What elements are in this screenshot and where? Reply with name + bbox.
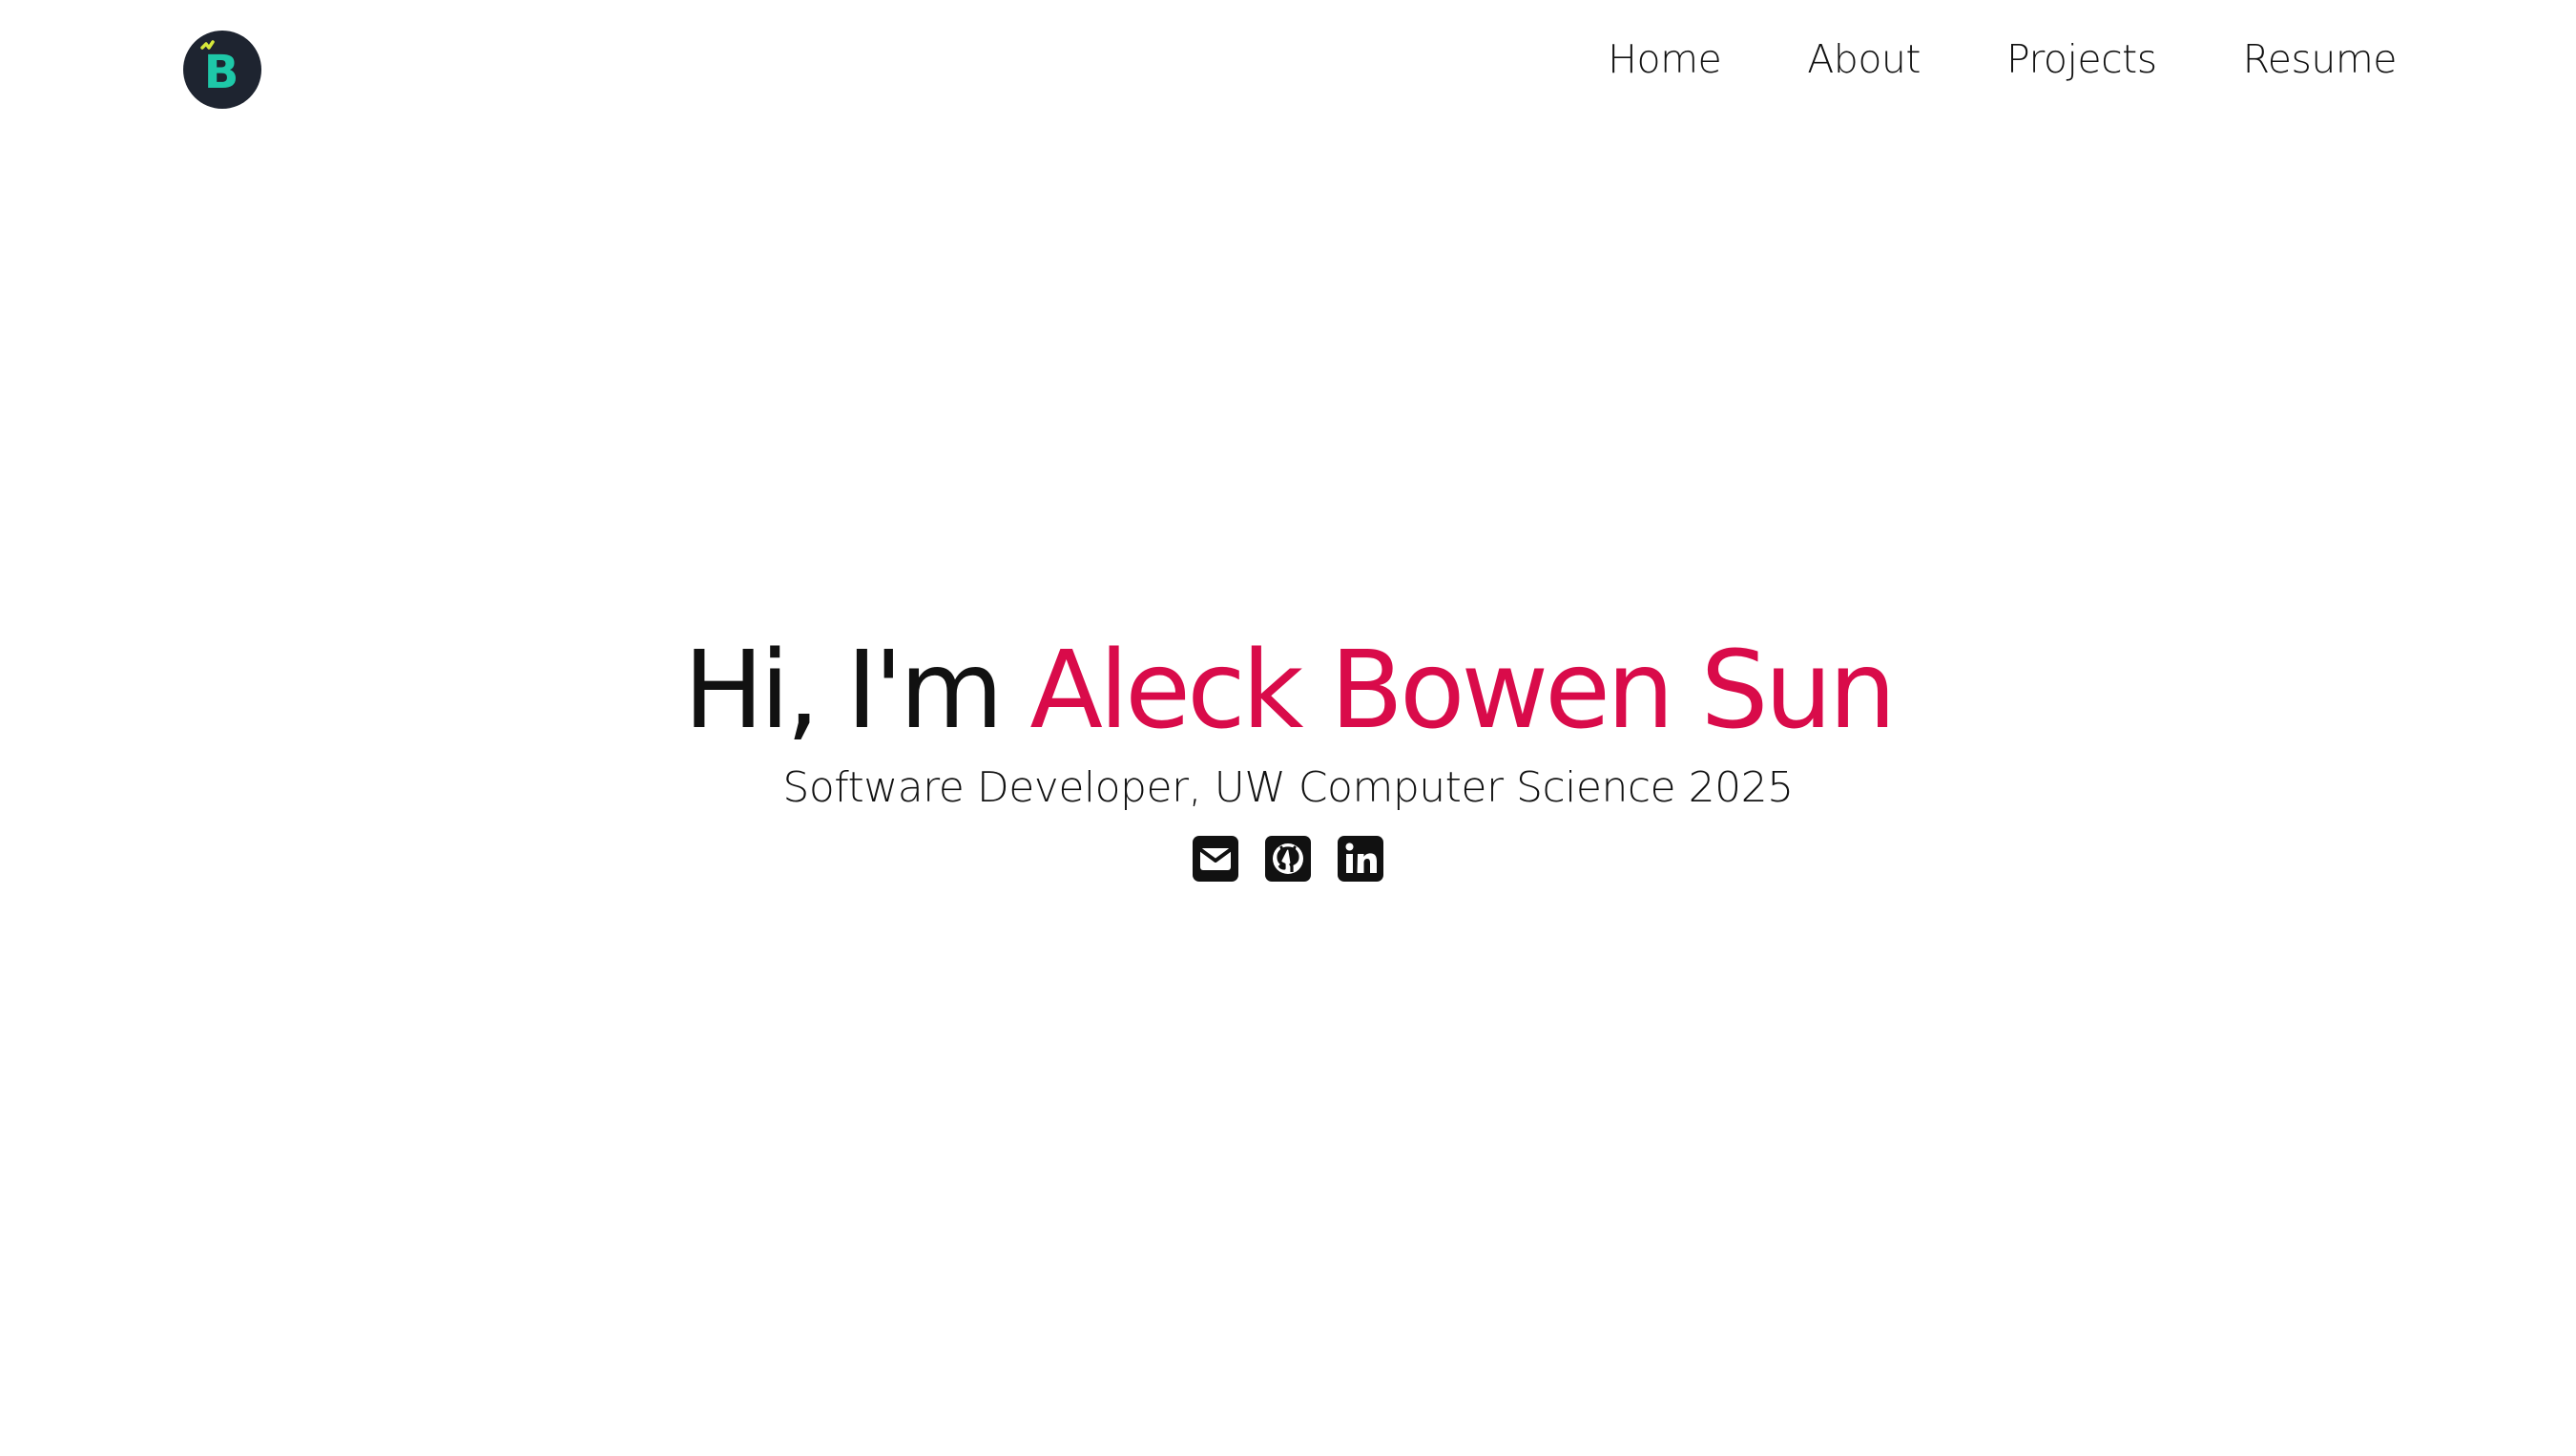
github-icon [1265,836,1311,882]
main-nav: Home About Projects Resume [1608,40,2397,79]
github-link[interactable] [1265,836,1311,882]
hero-subtitle: Software Developer, UW Computer Science … [782,763,1794,812]
hero-section: Hi, I'm Aleck Bowen Sun Software Develop… [0,630,2576,882]
page: B Home About Projects Resume Hi, I'm Ale… [0,0,2576,1456]
nav-link-home[interactable]: Home [1608,40,1722,79]
nav-link-projects[interactable]: Projects [2006,40,2157,79]
hero-headline: Hi, I'm Aleck Bowen Sun [0,630,2576,752]
email-icon [1193,836,1238,882]
hero-greeting: Hi, I'm [683,629,1030,753]
linkedin-link[interactable] [1338,836,1383,882]
home-logo-link[interactable]: B [183,31,261,109]
social-links [0,836,2576,882]
logo-letter: B [204,46,239,99]
hero-name: Aleck Bowen Sun [1029,629,1896,753]
linkedin-icon [1338,836,1383,882]
nav-link-about[interactable]: About [1807,40,1921,79]
site-header: B Home About Projects Resume [0,0,2576,143]
b-logo-icon: B [200,40,239,99]
nav-link-resume[interactable]: Resume [2243,40,2398,79]
email-link[interactable] [1193,836,1238,882]
